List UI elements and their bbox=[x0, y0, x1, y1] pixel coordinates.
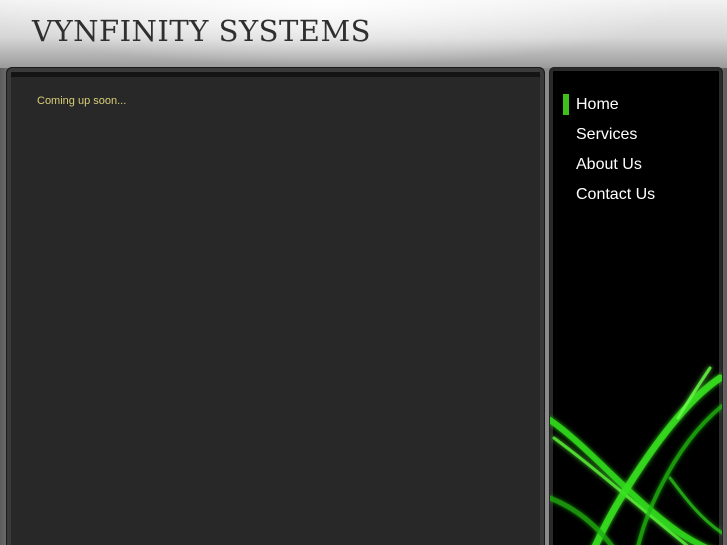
sidebar-panel: Home Services About Us Contact Us bbox=[549, 67, 723, 545]
site-header: VYNFINITY SYSTEMS bbox=[0, 0, 727, 68]
nav-item-contact-us[interactable]: Contact Us bbox=[563, 184, 655, 214]
nav-item-label: Services bbox=[576, 126, 638, 143]
nav-item-home[interactable]: Home bbox=[563, 94, 655, 124]
sidebar-nav: Home Services About Us Contact Us bbox=[563, 94, 655, 214]
nav-item-label: Contact Us bbox=[576, 186, 656, 203]
nav-item-label: About Us bbox=[576, 156, 642, 173]
nav-item-services[interactable]: Services bbox=[563, 124, 655, 154]
binary-stream-graphic bbox=[550, 366, 722, 545]
nav-item-about-us[interactable]: About Us bbox=[563, 154, 655, 184]
main-content-panel: Coming up soon... bbox=[6, 67, 545, 545]
active-marker bbox=[563, 94, 569, 115]
nav-item-label: Home bbox=[576, 96, 619, 113]
site-title: VYNFINITY SYSTEMS bbox=[32, 14, 372, 48]
coming-soon-text: Coming up soon... bbox=[37, 95, 127, 107]
